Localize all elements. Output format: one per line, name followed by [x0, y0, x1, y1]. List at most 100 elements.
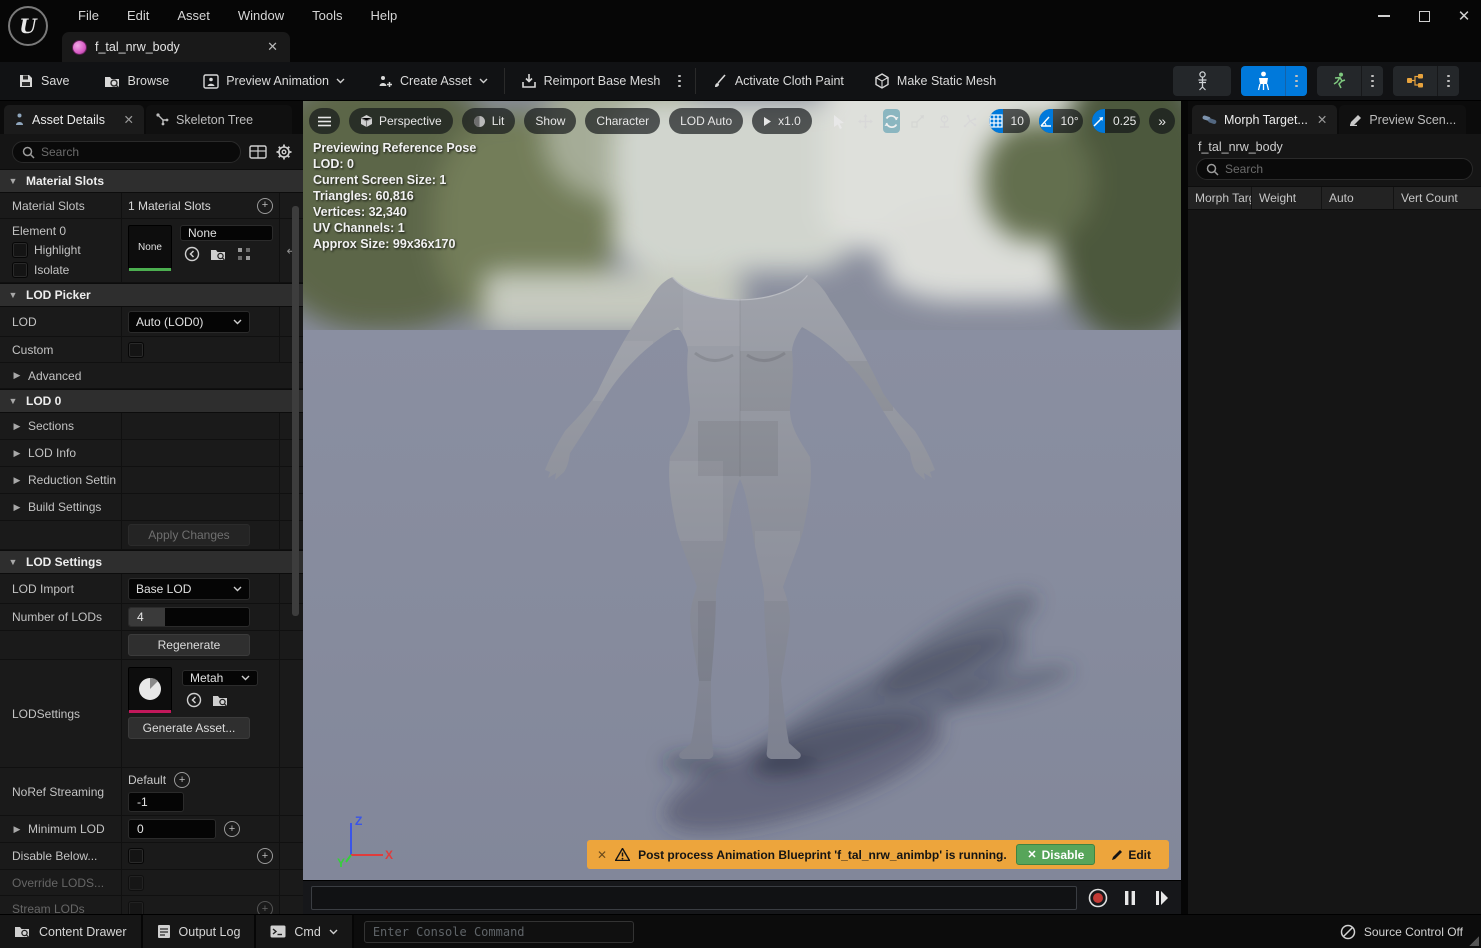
source-control-button[interactable]: Source Control Off	[1340, 924, 1481, 940]
tab-skeleton-tree[interactable]: Skeleton Tree	[146, 105, 292, 134]
close-icon[interactable]: ✕	[1457, 9, 1471, 23]
menu-window[interactable]: Window	[224, 0, 298, 32]
minimize-icon[interactable]	[1377, 9, 1391, 23]
viewport-options-menu[interactable]	[309, 108, 340, 134]
column-auto[interactable]: Auto	[1322, 187, 1394, 209]
tab-close-icon[interactable]: ✕	[124, 112, 134, 127]
blueprint-mode-menu[interactable]	[1437, 66, 1459, 96]
coordinate-system-toggle[interactable]	[936, 109, 953, 133]
row-advanced[interactable]: ▶Advanced	[0, 363, 303, 389]
warning-dismiss-icon[interactable]: ✕	[597, 848, 607, 862]
settings-gear-icon[interactable]	[275, 143, 293, 161]
tab-close-icon[interactable]: ✕	[1317, 112, 1327, 127]
morph-search-input[interactable]	[1225, 162, 1463, 176]
skeleton-mode-button[interactable]	[1173, 66, 1231, 96]
menu-tools[interactable]: Tools	[298, 0, 356, 32]
regenerate-button[interactable]: Regenerate	[128, 634, 250, 656]
apply-changes-button[interactable]: Apply Changes	[128, 524, 250, 546]
material-thumbnail[interactable]: None	[128, 225, 172, 269]
rotation-snap-control[interactable]: 10°	[1039, 109, 1083, 133]
edit-button[interactable]: Edit	[1103, 844, 1159, 865]
unreal-logo-icon[interactable]: U	[8, 6, 48, 46]
perspective-dropdown[interactable]: Perspective	[349, 108, 453, 134]
surface-snapping-toggle[interactable]	[962, 109, 979, 133]
pick-asset-icon[interactable]	[237, 247, 251, 261]
use-selected-asset-icon[interactable]	[186, 692, 202, 708]
browse-to-asset-icon[interactable]	[212, 693, 229, 708]
output-log-button[interactable]: Output Log	[143, 915, 257, 948]
row-lod-info[interactable]: ▶LOD Info	[0, 440, 303, 467]
isolate-checkbox[interactable]	[12, 262, 28, 278]
blueprint-mode-button[interactable]	[1393, 66, 1437, 96]
lodsettings-dropdown[interactable]: Metah	[182, 670, 258, 686]
camera-speed-more-button[interactable]: »	[1149, 108, 1175, 134]
menu-file[interactable]: File	[64, 0, 113, 32]
disable-button[interactable]: ✕ Disable	[1016, 844, 1095, 865]
tab-preview-scene-settings[interactable]: Preview Scen...	[1339, 105, 1466, 134]
morph-search[interactable]	[1196, 158, 1473, 180]
custom-checkbox[interactable]	[128, 342, 144, 358]
asset-details-search[interactable]	[12, 141, 241, 163]
preview-animation-button[interactable]: Preview Animation	[193, 62, 355, 101]
3d-viewport[interactable]: Perspective Lit Show Character LOD Auto …	[303, 101, 1181, 880]
row-reduction-settings[interactable]: ▶Reduction Settin	[0, 467, 303, 494]
lodsettings-thumbnail[interactable]	[128, 667, 172, 711]
scale-snap-control[interactable]: 0.25	[1092, 109, 1140, 133]
section-lod0[interactable]: ▼ LOD 0	[0, 389, 303, 413]
asset-tab[interactable]: f_tal_nrw_body ✕	[62, 32, 290, 62]
section-material-slots[interactable]: ▼ Material Slots	[0, 169, 303, 193]
disable-below-reset-icon[interactable]: +	[257, 848, 273, 864]
left-panel-scrollbar[interactable]	[292, 206, 299, 616]
select-tool[interactable]	[830, 109, 847, 133]
cmd-selector[interactable]: Cmd	[256, 915, 353, 948]
material-slot-dropdown[interactable]: None	[180, 225, 273, 241]
add-material-slot-icon[interactable]: +	[257, 198, 273, 214]
lod-import-dropdown[interactable]: Base LOD	[128, 578, 250, 600]
display-filter-icon[interactable]	[249, 143, 267, 161]
pause-button[interactable]	[1119, 887, 1141, 909]
tab-asset-details[interactable]: Asset Details ✕	[4, 105, 144, 134]
column-morph-target[interactable]: Morph Targ	[1188, 187, 1252, 209]
animation-mode-menu[interactable]	[1361, 66, 1383, 96]
step-forward-button[interactable]	[1151, 887, 1173, 909]
column-vert-count[interactable]: Vert Count	[1394, 187, 1481, 209]
highlight-checkbox[interactable]	[12, 242, 28, 258]
menu-help[interactable]: Help	[356, 0, 411, 32]
section-lod-settings[interactable]: ▼ LOD Settings	[0, 550, 303, 574]
number-of-lods-field[interactable]: 4	[128, 607, 250, 627]
browse-to-asset-icon[interactable]	[210, 247, 227, 262]
skeletal-mesh-mode-menu[interactable]	[1285, 66, 1307, 96]
show-dropdown[interactable]: Show	[524, 108, 576, 134]
disable-below-checkbox[interactable]	[128, 848, 144, 864]
tab-morph-target-previewer[interactable]: Morph Target... ✕	[1192, 105, 1337, 134]
asset-details-search-input[interactable]	[41, 145, 231, 159]
morph-table-body[interactable]	[1188, 210, 1481, 948]
create-asset-button[interactable]: Create Asset	[367, 62, 498, 101]
record-button[interactable]	[1087, 887, 1109, 909]
reimport-base-mesh-button[interactable]: Reimport Base Mesh	[511, 62, 671, 101]
menu-asset[interactable]: Asset	[163, 0, 224, 32]
lit-dropdown[interactable]: Lit	[462, 108, 516, 134]
make-static-mesh-button[interactable]: Make Static Mesh	[864, 62, 1006, 101]
console-command-field[interactable]	[364, 921, 634, 943]
content-drawer-button[interactable]: Content Drawer	[0, 915, 143, 948]
browse-button[interactable]: Browse	[94, 62, 180, 101]
lod-dropdown[interactable]: Auto (LOD0)	[128, 311, 250, 333]
use-selected-asset-icon[interactable]	[184, 246, 200, 262]
console-command-input[interactable]	[373, 925, 625, 939]
skeletal-mesh-mode-button[interactable]	[1241, 66, 1285, 96]
section-lod-picker[interactable]: ▼ LOD Picker	[0, 283, 303, 307]
rotate-tool[interactable]	[883, 109, 900, 133]
move-tool[interactable]	[856, 109, 873, 133]
activate-cloth-paint-button[interactable]: Activate Cloth Paint	[702, 62, 854, 101]
timeline-track[interactable]	[311, 886, 1077, 910]
character-dropdown[interactable]: Character	[585, 108, 660, 134]
grid-snap-control[interactable]: 10	[989, 109, 1030, 133]
panel-divider[interactable]	[1181, 101, 1188, 948]
column-weight[interactable]: Weight	[1252, 187, 1322, 209]
tab-close-icon[interactable]: ✕	[265, 39, 280, 55]
menu-edit[interactable]: Edit	[113, 0, 163, 32]
scale-tool[interactable]	[909, 109, 926, 133]
reimport-options-menu[interactable]	[670, 75, 689, 88]
generate-asset-button[interactable]: Generate Asset...	[128, 717, 250, 739]
